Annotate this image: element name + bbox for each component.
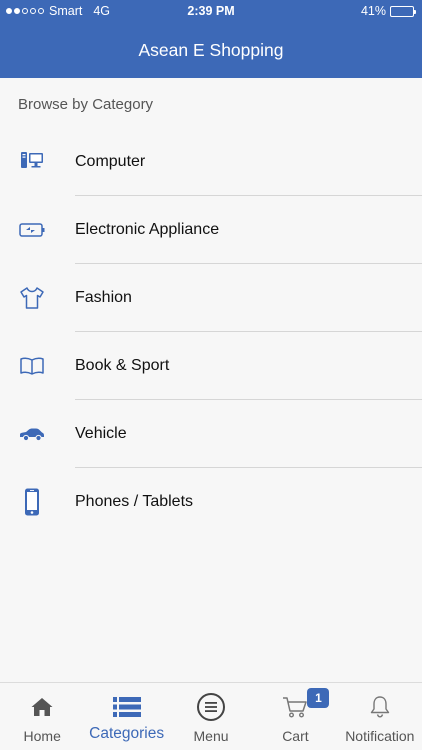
section-title: Browse by Category — [18, 96, 154, 113]
category-label: Phones / Tablets — [75, 493, 194, 510]
category-label: Computer — [75, 153, 146, 170]
tab-label: Menu — [193, 728, 229, 744]
bottom-tab-bar: Home Categories Menu 1 Cart Notification — [0, 682, 422, 750]
category-item-computer[interactable]: Computer — [0, 128, 422, 196]
tab-home[interactable]: Home — [0, 683, 84, 750]
category-item-vehicle[interactable]: Vehicle — [0, 400, 422, 468]
status-time: 2:39 PM — [187, 4, 235, 18]
computer-icon — [18, 148, 46, 176]
page-title: Asean E Shopping — [138, 39, 284, 60]
tab-categories[interactable]: Categories — [84, 683, 168, 750]
tab-menu[interactable]: Menu — [169, 683, 253, 750]
category-item-electronic-appliance[interactable]: Electronic Appliance — [0, 196, 422, 264]
category-label: Electronic Appliance — [75, 221, 220, 238]
tab-label: Notification — [345, 728, 415, 744]
battery-icon — [18, 216, 46, 244]
tab-notification[interactable]: Notification — [338, 683, 422, 750]
category-item-book-sport[interactable]: Book & Sport — [0, 332, 422, 400]
category-list: Computer Electronic Appliance Fashion Bo… — [0, 128, 422, 536]
menu-icon — [195, 693, 227, 721]
phone-icon — [18, 488, 46, 516]
app-header: Asean E Shopping — [0, 22, 422, 78]
battery-icon — [390, 5, 416, 17]
category-label: Book & Sport — [75, 357, 170, 374]
tab-label: Categories — [89, 725, 165, 742]
category-label: Vehicle — [75, 425, 127, 442]
car-icon — [18, 420, 46, 448]
status-bar: Smart 4G 2:39 PM 41% — [0, 0, 422, 22]
tab-label: Home — [23, 728, 61, 744]
bell-icon — [364, 693, 396, 721]
tshirt-icon — [18, 284, 46, 312]
list-icon — [111, 693, 143, 721]
book-icon — [18, 352, 46, 380]
battery-info: 41% — [360, 4, 416, 18]
home-icon — [26, 693, 58, 721]
tab-cart[interactable]: 1 Cart — [253, 683, 337, 750]
tab-label: Cart — [282, 728, 309, 744]
category-label: Fashion — [75, 289, 132, 306]
battery-percent: 41% — [360, 4, 386, 18]
category-item-fashion[interactable]: Fashion — [0, 264, 422, 332]
cart-badge: 1 — [307, 688, 330, 708]
category-item-phones-tablets[interactable]: Phones / Tablets — [0, 468, 422, 536]
